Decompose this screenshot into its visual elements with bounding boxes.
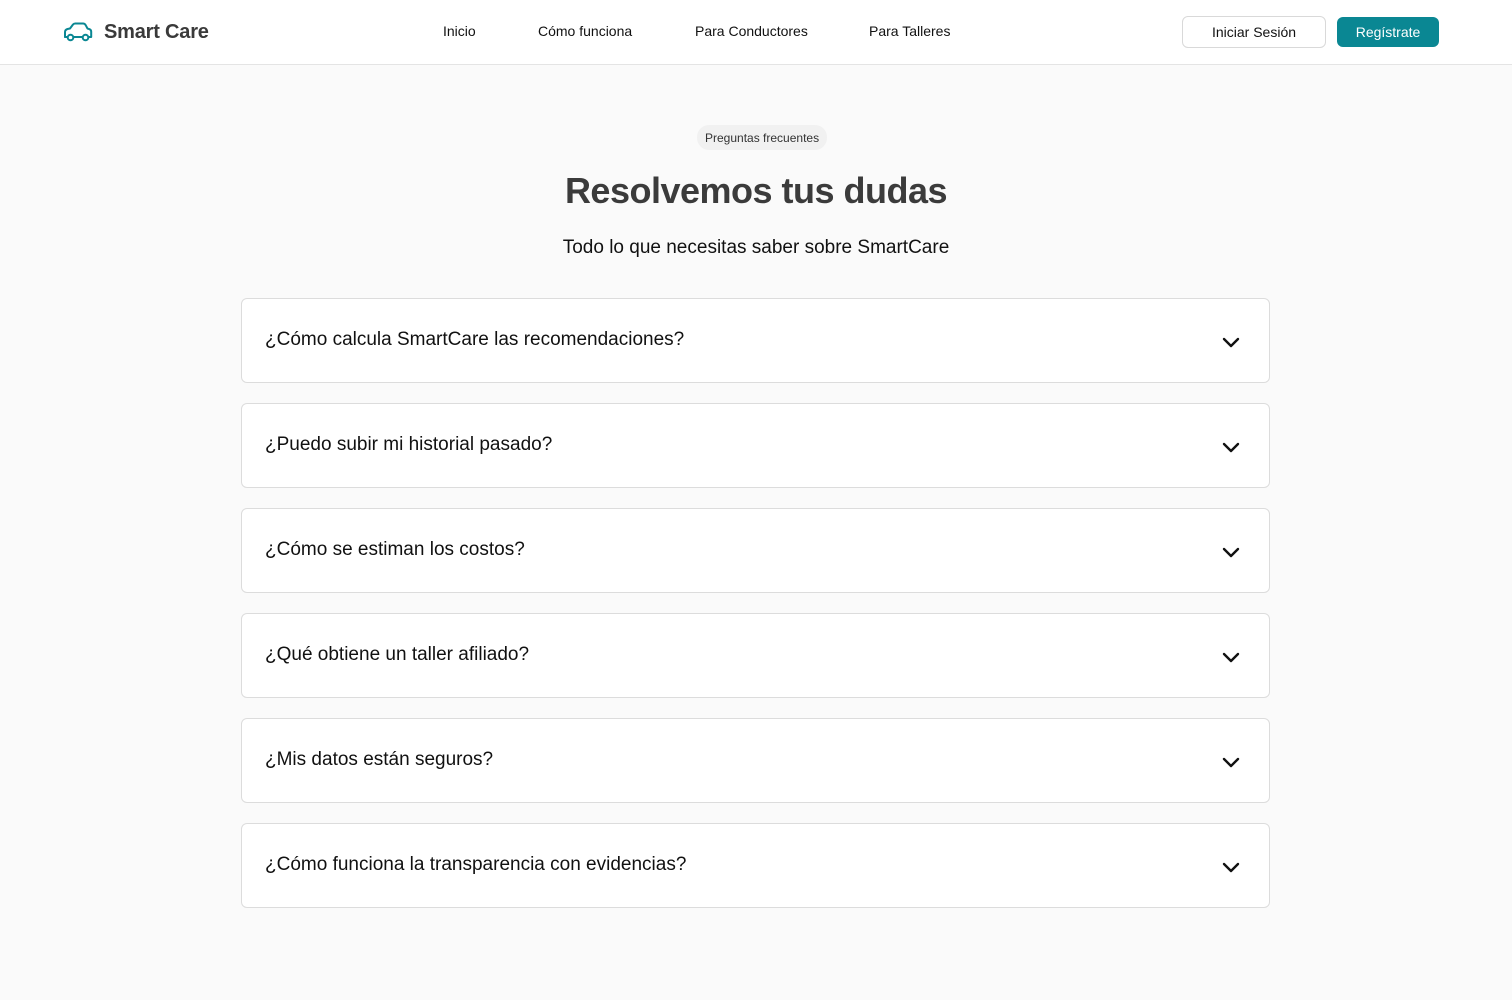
faq-question: ¿Puedo subir mi historial pasado? xyxy=(265,434,553,455)
chevron-down-icon xyxy=(1222,547,1240,558)
faq-accordion: ¿Cómo calcula SmartCare las recomendacio… xyxy=(241,298,1270,928)
faq-item[interactable]: ¿Cómo funciona la transparencia con evid… xyxy=(241,823,1270,908)
faq-badge: Preguntas frecuentes xyxy=(697,125,828,150)
chevron-down-icon xyxy=(1222,652,1240,663)
car-icon xyxy=(64,22,93,42)
faq-question: ¿Cómo se estiman los costos? xyxy=(265,539,525,560)
faq-item[interactable]: ¿Cómo calcula SmartCare las recomendacio… xyxy=(241,298,1270,383)
faq-item[interactable]: ¿Cómo se estiman los costos? xyxy=(241,508,1270,593)
chevron-down-icon xyxy=(1222,442,1240,453)
brand-name: Smart Care xyxy=(104,20,209,43)
brand-logo-link[interactable]: Smart Care xyxy=(62,18,209,46)
faq-subtitle: Todo lo que necesitas saber sobre SmartC… xyxy=(562,237,950,258)
faq-question: ¿Cómo funciona la transparencia con evid… xyxy=(265,854,687,875)
faq-item[interactable]: ¿Puedo subir mi historial pasado? xyxy=(241,403,1270,488)
chevron-down-icon xyxy=(1222,862,1240,873)
faq-question: ¿Cómo calcula SmartCare las recomendacio… xyxy=(265,329,685,350)
top-navbar: Smart Care Inicio Cómo funciona Para Con… xyxy=(0,0,1512,65)
chevron-down-icon xyxy=(1222,337,1240,348)
nav-link-inicio[interactable]: Inicio xyxy=(443,23,476,39)
register-button[interactable]: Regístrate xyxy=(1337,17,1439,47)
faq-item[interactable]: ¿Mis datos están seguros? xyxy=(241,718,1270,803)
faq-question: ¿Mis datos están seguros? xyxy=(265,749,494,770)
nav-link-como-funciona[interactable]: Cómo funciona xyxy=(538,23,632,39)
faq-item[interactable]: ¿Qué obtiene un taller afiliado? xyxy=(241,613,1270,698)
faq-question: ¿Qué obtiene un taller afiliado? xyxy=(265,644,530,665)
faq-title: Resolvemos tus dudas xyxy=(564,170,948,211)
nav-link-para-conductores[interactable]: Para Conductores xyxy=(695,23,808,39)
nav-link-para-talleres[interactable]: Para Talleres xyxy=(869,23,950,39)
login-button[interactable]: Iniciar Sesión xyxy=(1182,16,1326,48)
chevron-down-icon xyxy=(1222,757,1240,768)
